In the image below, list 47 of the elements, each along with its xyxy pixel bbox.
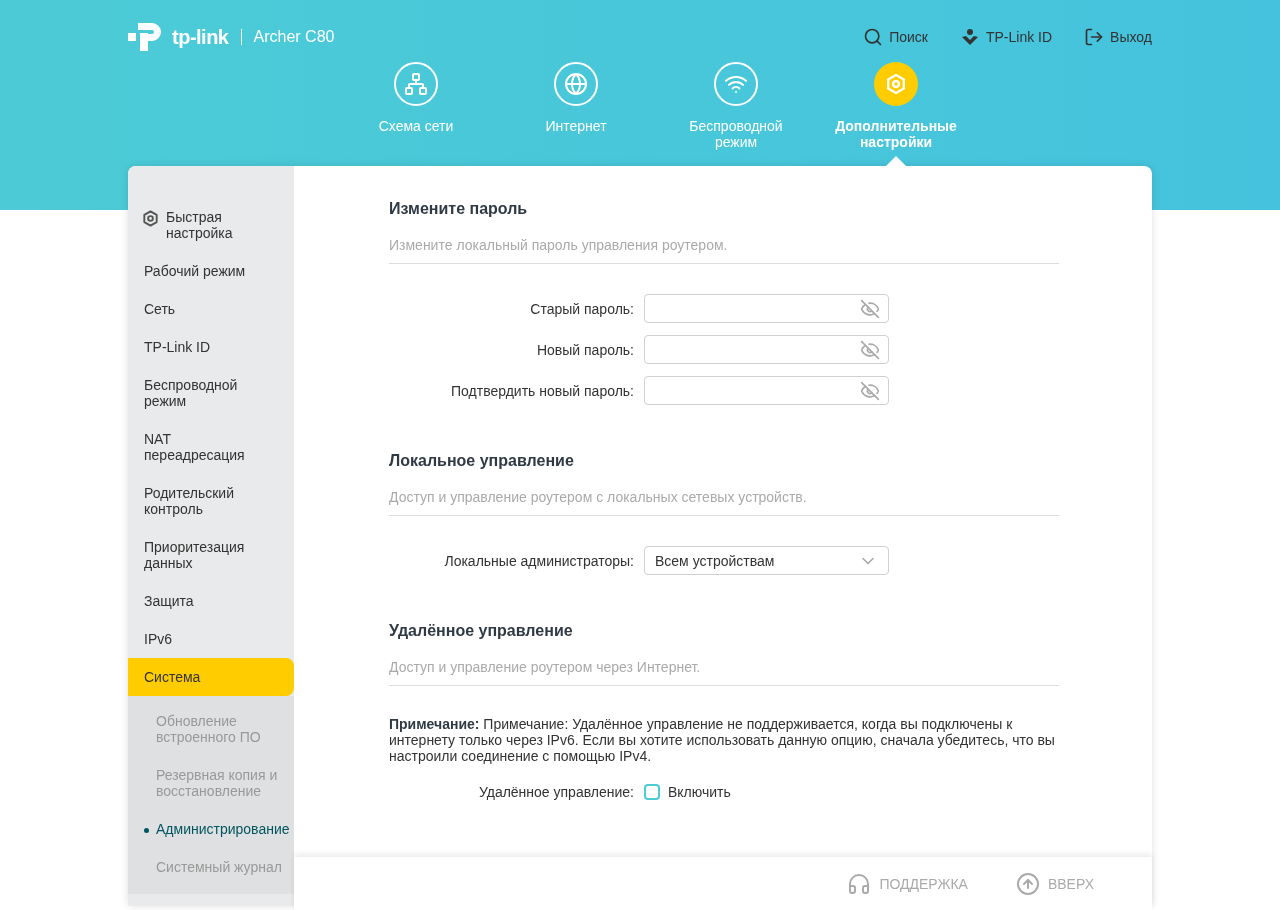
- field-label: Локальные администраторы:: [443, 551, 634, 571]
- sidebar-item[interactable]: IPv6: [128, 620, 294, 658]
- tab-icon: [714, 62, 758, 106]
- field-label: Старый пароль:: [529, 299, 634, 319]
- sidebar-item[interactable]: Беспроводной режим: [128, 366, 294, 420]
- section-title: Удалённое управление: [389, 621, 574, 641]
- logout-icon: [1084, 27, 1105, 47]
- section-title: Локальное управление: [389, 451, 575, 471]
- submenu-item[interactable]: Администрирование: [128, 810, 294, 848]
- gear-icon: [141, 209, 160, 228]
- header-link[interactable]: Выход: [1084, 27, 1152, 47]
- sidebar-item[interactable]: Рабочий режим: [128, 252, 294, 290]
- tab-icon: [394, 62, 438, 106]
- brand-name: tp-link: [172, 25, 229, 50]
- person-icon: [960, 27, 980, 47]
- password-field[interactable]: [644, 294, 889, 323]
- headset-icon: [847, 871, 872, 896]
- model-name: Archer C80: [253, 27, 335, 47]
- field-label: Подтвердить новый пароль:: [450, 381, 634, 401]
- sidebar-item[interactable]: Сеть: [128, 290, 294, 328]
- password-field[interactable]: [644, 335, 889, 364]
- section-title: Измените пароль: [389, 199, 529, 219]
- sidebar-item[interactable]: Быстрая настройка: [128, 198, 294, 252]
- dropdown[interactable]: Всем устройствам: [644, 546, 889, 575]
- field-label: Удалённое управление:: [477, 783, 634, 802]
- arrow-up-icon: [1015, 871, 1040, 896]
- eye-off-icon[interactable]: [860, 298, 880, 319]
- sidebar-item[interactable]: Система: [128, 658, 294, 696]
- sidebar-item[interactable]: Приоритезация данных: [128, 528, 294, 582]
- sidebar-item[interactable]: Родительский контроль: [128, 474, 294, 528]
- note-text: Примечание: Примечание: Удалённое управление не поддерживается, когда вы подключены к интернету только через IPv6. Если вы хотите использовать данную опцию, сначала убедитесь, что вы настроили соединение с помощью IPv4.: [389, 716, 1056, 764]
- checkbox[interactable]: [644, 784, 660, 800]
- header-link[interactable]: Поиск: [863, 27, 928, 47]
- field-label: Новый пароль:: [535, 340, 634, 360]
- section-description: Доступ и управление роутером через Интернет.: [389, 657, 1059, 686]
- sidebar-item[interactable]: TP-Link ID: [128, 328, 294, 366]
- checkbox-label: Включить: [668, 783, 731, 802]
- section-description: Измените локальный пароль управления роутером.: [389, 235, 1059, 264]
- tab-icon: [554, 62, 598, 106]
- sidebar-item[interactable]: NAT переадресация: [128, 420, 294, 474]
- eye-off-icon[interactable]: [860, 380, 880, 401]
- sidebar-item[interactable]: Защита: [128, 582, 294, 620]
- eye-off-icon[interactable]: [860, 339, 880, 360]
- password-field[interactable]: [644, 376, 889, 405]
- section-description: Доступ и управление роутером с локальных сетевых устройств.: [389, 487, 1059, 516]
- search-icon: [863, 27, 884, 47]
- header-link[interactable]: TP-Link ID: [960, 27, 1053, 47]
